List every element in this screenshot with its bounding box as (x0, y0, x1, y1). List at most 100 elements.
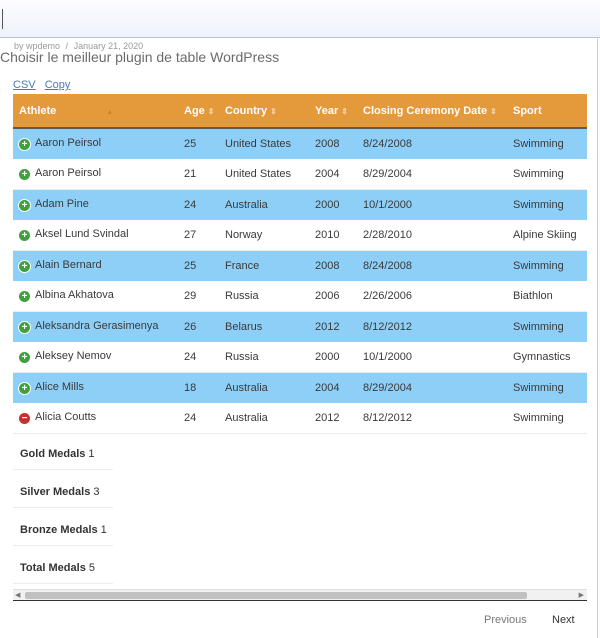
table-row[interactable]: + Aaron Peirsol 25 United States 2008 8/24/20… (13, 128, 587, 159)
sort-icon: ⇕ (490, 106, 497, 116)
detail-value: 1 (100, 524, 107, 536)
cell-athlete: + Aaron Peirsol (13, 158, 178, 190)
table-row[interactable]: + Alain Bernard 25 France 2008 8/24/2008 Swimm… (13, 250, 587, 281)
cell-athlete: − Alicia Coutts (13, 402, 178, 434)
scroll-left-icon[interactable]: ◀ (15, 591, 20, 599)
cell-athlete: + Aaron Peirsol (13, 128, 178, 159)
cell-sport: Swimming (507, 250, 587, 281)
athlete-name: Alicia Coutts (35, 411, 97, 424)
column-header-sport[interactable]: Sport (507, 94, 587, 129)
cell-year: 2012 (309, 311, 357, 342)
athlete-name: Alice Mills (35, 381, 84, 394)
column-header-closing-date[interactable]: Closing Ceremony Date ⇕ (357, 94, 507, 129)
cell-sport: Swimming (507, 402, 587, 434)
detail-label: Silver Medals (20, 486, 91, 498)
cell-age: 25 (178, 250, 219, 281)
cell-country: United States (219, 128, 309, 159)
table-row[interactable]: + Aleksandra Gerasimenya 26 Belarus 2012 8/12… (13, 311, 587, 342)
cell-year: 2004 (309, 158, 357, 190)
cell-athlete: + Alain Bernard (13, 250, 178, 281)
cell-country: United States (219, 158, 309, 190)
expand-row-icon[interactable]: + (19, 322, 30, 333)
detail-value: 3 (93, 486, 100, 498)
cell-athlete: + Adam Pine (13, 189, 178, 220)
expand-row-icon[interactable]: + (19, 352, 30, 363)
cell-age: 24 (178, 189, 219, 220)
detail-label: Gold Medals (20, 448, 86, 460)
detail-row: Gold Medals 1 (13, 432, 113, 470)
detail-row: Silver Medals 3 (13, 470, 113, 508)
sort-icon: ⇕ (207, 106, 215, 116)
cell-age: 26 (178, 311, 219, 342)
cell-athlete: + Alice Mills (13, 372, 178, 403)
horizontal-scrollbar[interactable]: ◀ ▶ (13, 589, 587, 600)
cell-country: Belarus (219, 311, 309, 342)
detail-row: Bronze Medals 1 (13, 508, 113, 546)
expand-row-icon[interactable]: + (19, 139, 30, 151)
athlete-name: Aaron Peirsol (35, 167, 102, 180)
table-row[interactable]: − Alicia Coutts 24 Australia 2012 8/12/2012 Sw… (13, 402, 587, 434)
athlete-name: Alain Bernard (35, 259, 102, 272)
cell-age: 24 (178, 341, 219, 373)
copy-button[interactable]: Copy (45, 79, 71, 91)
cell-year: 2008 (309, 250, 357, 281)
cell-sport: Swimming (507, 128, 587, 159)
cell-year: 2008 (309, 128, 357, 159)
detail-label: Bronze Medals (20, 524, 98, 536)
detail-value: 5 (88, 562, 95, 574)
table-row[interactable]: + Albina Akhatova 29 Russia 2006 2/26/2006 Bia… (13, 280, 587, 312)
previous-page-button[interactable]: Previous (484, 614, 527, 626)
cell-athlete: + Aleksandra Gerasimenya (13, 311, 178, 342)
cell-year: 2000 (309, 341, 357, 373)
expand-row-icon[interactable]: + (19, 291, 30, 302)
table-bottom-border (13, 600, 587, 601)
cell-country: Russia (219, 280, 309, 312)
cell-year: 2006 (309, 280, 357, 312)
table-row[interactable]: + Alice Mills 18 Australia 2004 8/29/2004 Swim… (13, 372, 587, 403)
athlete-name: Aksel Lund Svindal (35, 228, 129, 241)
cell-country: France (219, 250, 309, 281)
table-row[interactable]: + Adam Pine 24 Australia 2000 10/1/2000 Swimmi… (13, 189, 587, 220)
table-header-row: Athlete ▲ Age ⇕ Country ⇕ Year ⇕ Closing Cer… (13, 94, 587, 129)
cell-age: 29 (178, 280, 219, 312)
cell-date: 8/12/2012 (357, 402, 507, 434)
export-buttons: CSV Copy (13, 79, 76, 91)
collapse-row-icon[interactable]: − (19, 413, 30, 424)
cell-athlete: + Aksel Lund Svindal (13, 219, 178, 251)
expand-row-icon[interactable]: + (19, 169, 30, 180)
cell-date: 8/12/2012 (357, 311, 507, 342)
table-row[interactable]: + Aksel Lund Svindal 27 Norway 2010 2/28/2010… (13, 219, 587, 251)
column-header-country[interactable]: Country ⇕ (219, 94, 309, 129)
cell-country: Australia (219, 189, 309, 220)
column-header-age[interactable]: Age ⇕ (178, 94, 219, 129)
scroll-right-icon[interactable]: ▶ (579, 591, 584, 599)
csv-button[interactable]: CSV (13, 79, 36, 91)
cell-country: Australia (219, 402, 309, 434)
cell-date: 10/1/2000 (357, 189, 507, 220)
cell-sport: Biathlon (507, 280, 587, 312)
scrollbar-thumb[interactable] (25, 592, 527, 599)
cell-date: 8/24/2008 (357, 250, 507, 281)
sort-icon: ⇕ (270, 106, 277, 116)
table-row[interactable]: + Aleksey Nemov 24 Russia 2000 10/1/2000 Gymna… (13, 341, 587, 373)
expand-row-icon[interactable]: + (19, 261, 30, 272)
cell-age: 21 (178, 158, 219, 190)
olympic-athletes-table: Athlete ▲ Age ⇕ Country ⇕ Year ⇕ Closing Cer… (13, 94, 587, 434)
cell-date: 8/24/2008 (357, 128, 507, 159)
cell-year: 2004 (309, 372, 357, 403)
athlete-name: Aaron Peirsol (35, 137, 102, 150)
next-page-button[interactable]: Next (552, 614, 575, 626)
expand-row-icon[interactable]: + (19, 200, 30, 211)
table-row[interactable]: + Aaron Peirsol 21 United States 2004 8/29/20… (13, 158, 587, 190)
frame-border (597, 38, 598, 638)
column-header-year[interactable]: Year ⇕ (309, 94, 357, 129)
column-header-athlete[interactable]: Athlete ▲ (13, 94, 178, 129)
cell-sport: Swimming (507, 311, 587, 342)
expand-row-icon[interactable]: + (19, 230, 30, 241)
cell-sport: Swimming (507, 158, 587, 190)
athlete-name: Aleksandra Gerasimenya (35, 320, 159, 333)
expand-row-icon[interactable]: + (19, 383, 30, 394)
athlete-name: Aleksey Nemov (35, 350, 112, 363)
cell-athlete: + Albina Akhatova (13, 280, 178, 312)
cell-date: 8/29/2004 (357, 158, 507, 190)
